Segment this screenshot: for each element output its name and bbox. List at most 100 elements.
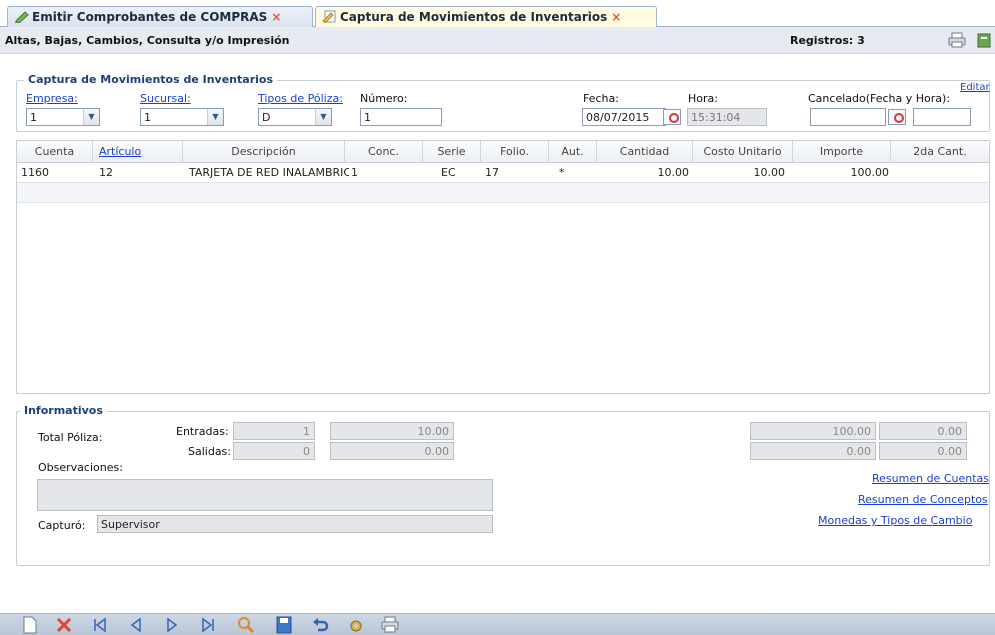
table-row[interactable]: 1160 12 TARJETA DE RED INALAMBRICA 1 EC … <box>17 163 989 183</box>
info-legend: Informativos <box>20 404 107 417</box>
tab-captura-close-icon[interactable]: × <box>611 10 621 24</box>
total-importe-salidas: 0.00 <box>750 442 876 460</box>
observaciones-field[interactable] <box>37 479 493 511</box>
next-record-icon[interactable] <box>162 616 182 634</box>
capturo-label: Capturó: <box>38 519 86 532</box>
first-record-icon[interactable] <box>90 616 110 634</box>
sucursal-label[interactable]: Sucursal: <box>140 92 191 105</box>
table-row-empty[interactable] <box>17 183 989 203</box>
bottom-toolbar <box>0 613 995 635</box>
undo-icon[interactable] <box>310 616 330 634</box>
fecha-input[interactable]: 08/07/2015 <box>582 108 666 126</box>
header-bar: Altas, Bajas, Cambios, Consulta y/o Impr… <box>0 27 995 54</box>
entradas-count: 1 <box>233 422 315 440</box>
observaciones-label: Observaciones: <box>38 461 123 474</box>
chevron-down-icon[interactable]: ▼ <box>207 109 223 125</box>
entradas-amount: 10.00 <box>330 422 454 440</box>
col-cuenta[interactable]: Cuenta <box>17 141 93 163</box>
print-icon[interactable] <box>380 616 400 634</box>
tab-emitir-close-icon[interactable]: × <box>271 10 281 24</box>
cancelado-time-input[interactable] <box>913 108 971 126</box>
cell-costo-unitario: 10.00 <box>753 166 786 179</box>
new-icon[interactable] <box>20 616 40 634</box>
cell-segunda-cant <box>891 163 985 183</box>
cell-conc: 1 <box>351 166 358 179</box>
total-poliza-label: Total Póliza: <box>38 431 103 444</box>
cell-cantidad: 10.00 <box>657 166 690 179</box>
sucursal-select[interactable]: 1 ▼ <box>140 108 224 126</box>
total-segunda-salidas: 0.00 <box>879 442 967 460</box>
numero-value: 1 <box>364 111 371 124</box>
tipos-poliza-value: D <box>262 111 271 124</box>
calendar-icon[interactable] <box>663 109 681 125</box>
col-aut[interactable]: Aut. <box>549 141 597 163</box>
col-serie[interactable]: Serie <box>423 141 481 163</box>
tab-captura-movimientos[interactable]: Captura de Movimientos de Inventarios × <box>315 6 657 28</box>
cancelado-label: Cancelado(Fecha y Hora): <box>808 92 951 105</box>
chevron-down-icon[interactable]: ▼ <box>83 109 99 125</box>
total-importe-entradas: 100.00 <box>750 422 876 440</box>
empresa-select[interactable]: 1 ▼ <box>26 108 100 126</box>
save-icon[interactable] <box>274 616 294 634</box>
salidas-count: 0 <box>233 442 315 460</box>
numero-label: Número: <box>360 92 408 105</box>
col-importe[interactable]: Importe <box>793 141 891 163</box>
salidas-amount: 0.00 <box>330 442 454 460</box>
print-icon[interactable] <box>948 32 966 48</box>
monedas-tipos-cambio-link[interactable]: Monedas y Tipos de Cambio <box>818 514 972 527</box>
cell-serie: EC <box>441 166 456 179</box>
tab-captura-label: Captura de Movimientos de Inventarios <box>340 10 608 24</box>
chevron-down-icon[interactable]: ▼ <box>315 109 331 125</box>
total-segunda-entradas: 0.00 <box>879 422 967 440</box>
col-descripcion[interactable]: Descripción <box>183 141 345 163</box>
edit-link[interactable]: Editar <box>960 82 990 93</box>
tab-bar: Emitir Comprobantes de COMPRAS × Captura … <box>0 0 995 28</box>
col-cantidad[interactable]: Cantidad <box>597 141 693 163</box>
cancelado-date-input[interactable] <box>810 108 886 126</box>
cell-folio: 17 <box>485 166 499 179</box>
fecha-label: Fecha: <box>583 92 619 105</box>
col-folio[interactable]: Folio. <box>481 141 549 163</box>
hora-value: 15:31:04 <box>691 111 741 124</box>
cell-descripcion: TARJETA DE RED INALAMBRICA <box>189 166 349 179</box>
export-icon[interactable] <box>976 32 994 48</box>
search-icon[interactable] <box>236 616 256 634</box>
empresa-label[interactable]: Empresa: <box>26 92 78 105</box>
fecha-value: 08/07/2015 <box>586 111 650 124</box>
capturo-field: Supervisor <box>97 515 493 533</box>
col-articulo[interactable]: Artículo <box>93 141 183 163</box>
records-count: Registros: 3 <box>790 34 865 47</box>
resumen-cuentas-link[interactable]: Resumen de Cuentas <box>872 472 989 485</box>
cell-importe: 100.00 <box>850 166 890 179</box>
grid-header: Cuenta Artículo Descripción Conc. Serie … <box>17 141 989 163</box>
page-title: Altas, Bajas, Cambios, Consulta y/o Impr… <box>5 34 290 47</box>
last-record-icon[interactable] <box>198 616 218 634</box>
col-segunda-cant[interactable]: 2da Cant. <box>891 141 989 163</box>
pencil-icon <box>15 11 29 23</box>
tools-icon[interactable] <box>346 616 366 634</box>
delete-icon[interactable] <box>54 616 74 634</box>
capturo-value: Supervisor <box>101 518 160 531</box>
hora-input: 15:31:04 <box>687 108 767 126</box>
cell-articulo: 12 <box>99 166 113 179</box>
sucursal-value: 1 <box>144 111 151 124</box>
col-conc[interactable]: Conc. <box>345 141 423 163</box>
col-costo-unitario[interactable]: Costo Unitario <box>693 141 793 163</box>
document-edit-icon <box>322 10 336 23</box>
salidas-label: Salidas: <box>188 445 231 458</box>
cell-aut: * <box>559 166 565 179</box>
cell-cuenta: 1160 <box>21 166 49 179</box>
hora-label: Hora: <box>688 92 718 105</box>
numero-input[interactable]: 1 <box>360 108 442 126</box>
calendar-icon[interactable] <box>888 109 906 125</box>
entradas-label: Entradas: <box>176 425 229 438</box>
tipos-poliza-select[interactable]: D ▼ <box>258 108 332 126</box>
empresa-value: 1 <box>30 111 37 124</box>
tipos-poliza-label[interactable]: Tipos de Póliza: <box>258 92 343 105</box>
tab-emitir-label: Emitir Comprobantes de COMPRAS <box>32 10 268 24</box>
tab-emitir-comprobantes[interactable]: Emitir Comprobantes de COMPRAS × <box>7 6 313 27</box>
previous-record-icon[interactable] <box>126 616 146 634</box>
resumen-conceptos-link[interactable]: Resumen de Conceptos <box>858 493 988 506</box>
movements-grid: Cuenta Artículo Descripción Conc. Serie … <box>16 140 990 394</box>
capture-legend: Captura de Movimientos de Inventarios <box>24 73 277 86</box>
